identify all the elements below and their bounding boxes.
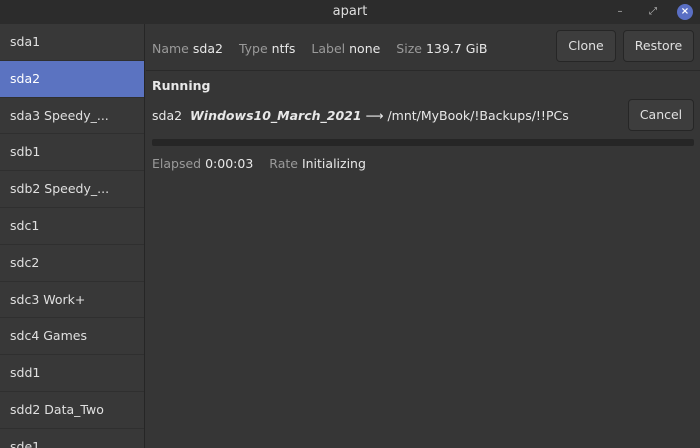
restore-button[interactable]: Restore — [623, 30, 694, 62]
label-label: Label — [311, 41, 346, 56]
partition-item[interactable]: sda3 Speedy_... — [0, 98, 144, 135]
type-value: ntfs — [271, 41, 296, 56]
clone-button[interactable]: Clone — [556, 30, 616, 62]
size-label: Size — [396, 41, 422, 56]
job-image-name: Windows10_March_2021 — [190, 108, 362, 123]
job-source: sda2 — [152, 108, 183, 123]
label-value: none — [349, 41, 381, 56]
job-stats: Elapsed 0:00:03 Rate Initializing — [152, 156, 378, 171]
arrow-icon: ⟶ — [365, 108, 384, 123]
partition-item[interactable]: sde1 — [0, 429, 144, 448]
partition-list[interactable]: sda1 sda2 sda3 Speedy_... sdb1 sdb2 Speedy_.… — [0, 24, 145, 448]
maximize-icon[interactable]: ⤢ — [645, 4, 661, 20]
partition-item[interactable]: sdd2 Data_Two — [0, 392, 144, 429]
partition-item[interactable]: sdc4 Games — [0, 318, 144, 356]
job-status: Running — [152, 78, 211, 93]
job-description: sda2 Windows10_March_2021 ⟶ /mnt/MyBook/… — [152, 108, 569, 123]
window-title: apart — [332, 4, 368, 19]
partition-item[interactable]: sdb2 Speedy_... — [0, 171, 144, 208]
elapsed-value: 0:00:03 — [205, 156, 254, 171]
rate-value: Initializing — [301, 156, 366, 171]
partition-item[interactable]: sdc2 — [0, 245, 144, 282]
partition-item[interactable]: sdd1 — [0, 355, 144, 392]
name-label: Name — [152, 41, 189, 56]
progress-bar — [152, 139, 694, 146]
partition-item[interactable]: sda2 — [0, 60, 144, 98]
title-bar: apart – ⤢ × — [0, 0, 700, 24]
job-destination: /mnt/MyBook/!Backups/!!PCs — [387, 108, 569, 123]
close-icon[interactable]: × — [677, 4, 693, 20]
partition-item[interactable]: sdb1 — [0, 134, 144, 172]
minimize-icon[interactable]: – — [612, 4, 628, 20]
rate-label: Rate — [269, 156, 298, 171]
partition-item[interactable]: sda1 — [0, 24, 144, 61]
name-value: sda2 — [192, 41, 223, 56]
partition-info-header: Name sda2 Type ntfs Label none Size 139.7 Gi… — [146, 24, 700, 71]
partition-item[interactable]: sdc1 — [0, 208, 144, 245]
size-value: 139.7 GiB — [425, 41, 488, 56]
main-panel: Name sda2 Type ntfs Label none Size 139.7 Gi… — [146, 24, 700, 448]
partition-item[interactable]: sdc3 Work+ — [0, 282, 144, 319]
cancel-button[interactable]: Cancel — [628, 99, 694, 131]
type-label: Type — [238, 41, 268, 56]
elapsed-label: Elapsed — [152, 156, 202, 171]
